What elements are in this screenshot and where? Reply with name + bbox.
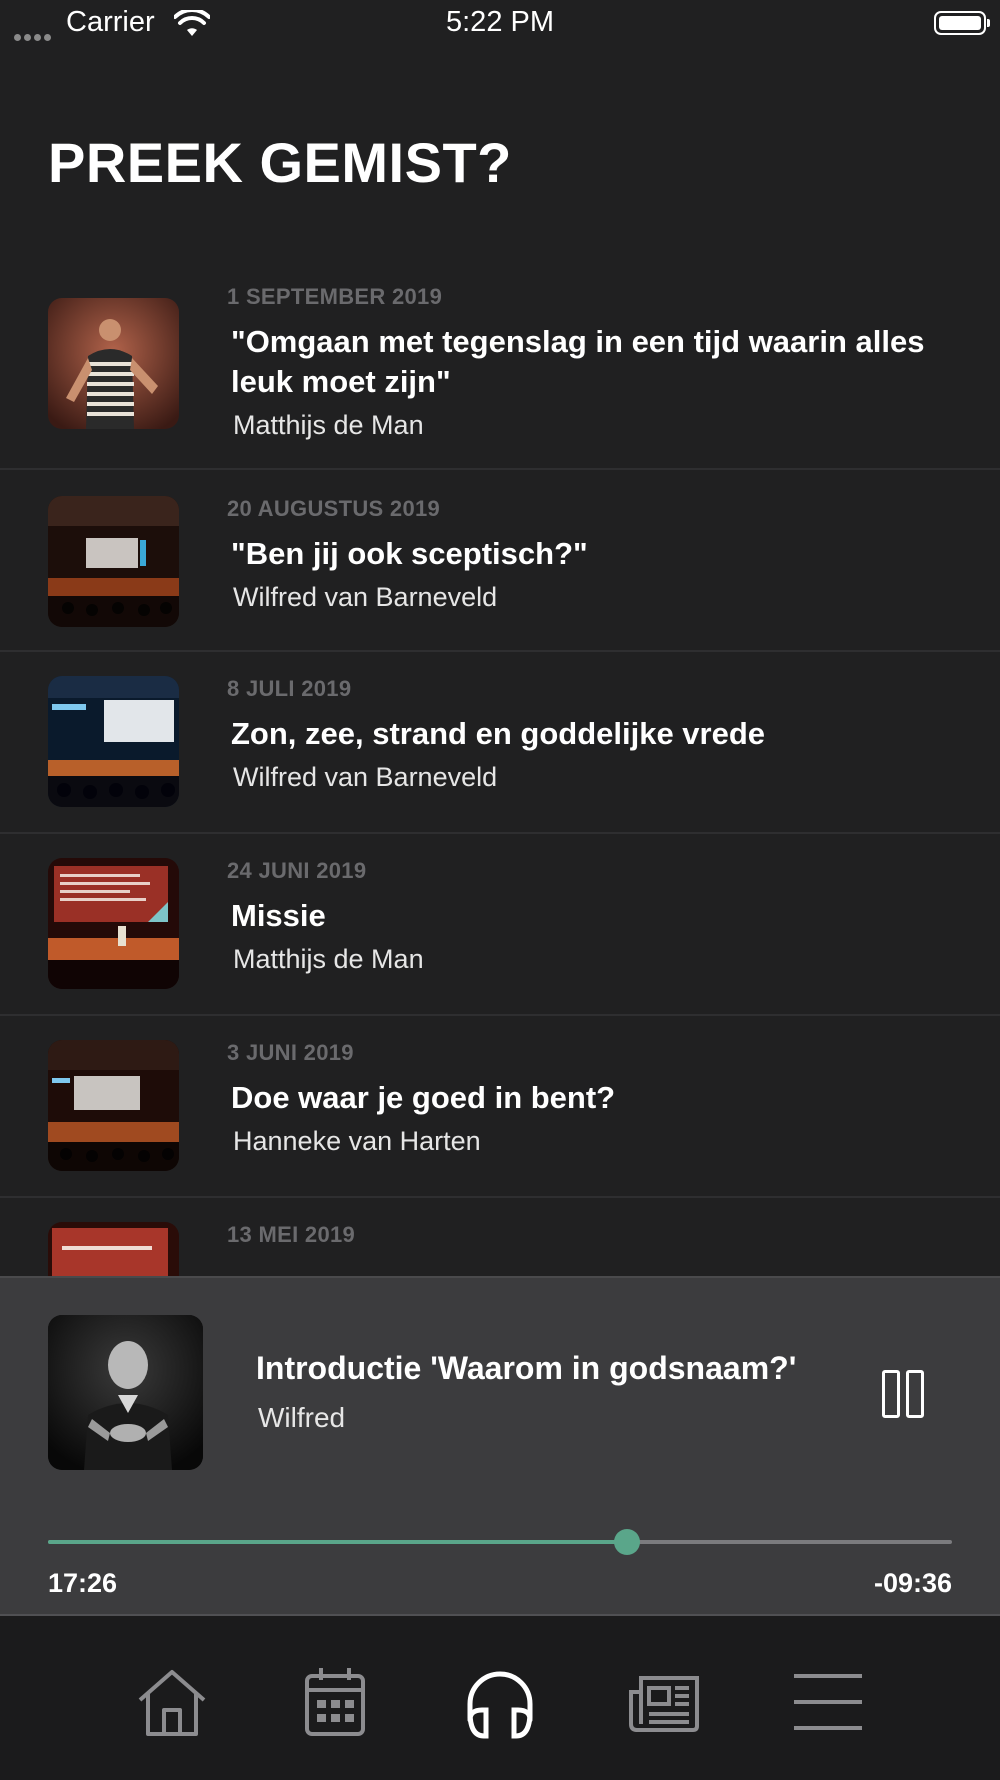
sermon-thumbnail (48, 858, 179, 989)
progress-handle[interactable] (613, 1529, 640, 1555)
sermon-date: 24 JUNI 2019 (227, 858, 367, 883)
sermon-list-item[interactable]: 8 JULI 2019 Zon, zee, strand en goddelij… (0, 652, 1000, 834)
sermon-thumbnail (48, 1040, 179, 1171)
sermon-title: Zon, zee, strand en goddelijke vrede (231, 716, 766, 751)
now-playing-thumbnail (48, 1315, 203, 1470)
sermon-thumbnail (48, 496, 179, 627)
sermon-speaker: Hanneke van Harten (233, 1126, 481, 1156)
sermon-date: 1 SEPTEMBER 2019 (227, 284, 443, 309)
tab-menu[interactable] (790, 1664, 866, 1740)
sermon-date: 20 AUGUSTUS 2019 (227, 496, 441, 521)
sermon-list-item[interactable]: 13 MEI 2019 (0, 1198, 1000, 1276)
sermon-date: 13 MEI 2019 (227, 1222, 356, 1247)
now-playing-title: Introductie 'Waarom in godsnaam?' (256, 1350, 797, 1386)
pause-icon (882, 1370, 900, 1418)
sermon-date: 3 JUNI 2019 (227, 1040, 354, 1065)
tab-listen[interactable] (462, 1664, 538, 1740)
pause-button[interactable] (882, 1370, 928, 1418)
now-playing-bar[interactable]: Introductie 'Waarom in godsnaam?' Wilfre… (0, 1276, 1000, 1616)
calendar-icon (305, 1668, 365, 1736)
sermon-list[interactable]: PREEK GEMIST? 1 SEPTEMBER 2019 "Omgaan m… (0, 0, 1000, 1276)
sermon-speaker: Matthijs de Man (233, 944, 424, 974)
sermon-title: "Ben jij ook sceptisch?" (231, 536, 588, 571)
sermon-speaker: Matthijs de Man (233, 410, 424, 440)
elapsed-time: 17:26 (48, 1568, 118, 1598)
tab-home[interactable] (134, 1664, 210, 1740)
sermon-title: Missie (231, 898, 326, 933)
progress-slider[interactable] (48, 1529, 952, 1555)
sermon-title: "Omgaan met tegenslag in een tijd waarin… (231, 324, 925, 399)
sermon-speaker: Wilfred van Barneveld (233, 582, 498, 612)
remaining-time: -09:36 (873, 1568, 952, 1598)
page-title: PREEK GEMIST? (48, 131, 512, 194)
tab-news[interactable] (627, 1664, 703, 1740)
sermon-thumbnail (48, 676, 179, 807)
sermon-list-item[interactable]: 1 SEPTEMBER 2019 "Omgaan met tegenslag i… (0, 262, 1000, 470)
progress-fill (48, 1540, 627, 1544)
sermon-title: Doe waar je goed in bent? (231, 1080, 616, 1115)
sermon-thumbnail (48, 298, 179, 429)
tab-agenda[interactable] (297, 1664, 373, 1740)
sermon-speaker: Wilfred van Barneveld (233, 762, 498, 792)
headphones-icon (467, 1671, 533, 1739)
now-playing-speaker: Wilfred (258, 1402, 346, 1433)
sermon-list-item[interactable]: 3 JUNI 2019 Doe waar je goed in bent? Ha… (0, 1016, 1000, 1198)
home-icon (138, 1670, 206, 1736)
menu-icon (794, 1674, 862, 1730)
sermon-thumbnail (48, 1222, 179, 1276)
sermon-list-item[interactable]: 24 JUNI 2019 Missie Matthijs de Man (0, 834, 1000, 1016)
sermon-list-item[interactable]: 20 AUGUSTUS 2019 "Ben jij ook sceptisch?… (0, 470, 1000, 652)
sermon-date: 8 JULI 2019 (227, 676, 352, 701)
tab-bar (0, 1614, 1000, 1780)
newspaper-icon (629, 1676, 699, 1732)
